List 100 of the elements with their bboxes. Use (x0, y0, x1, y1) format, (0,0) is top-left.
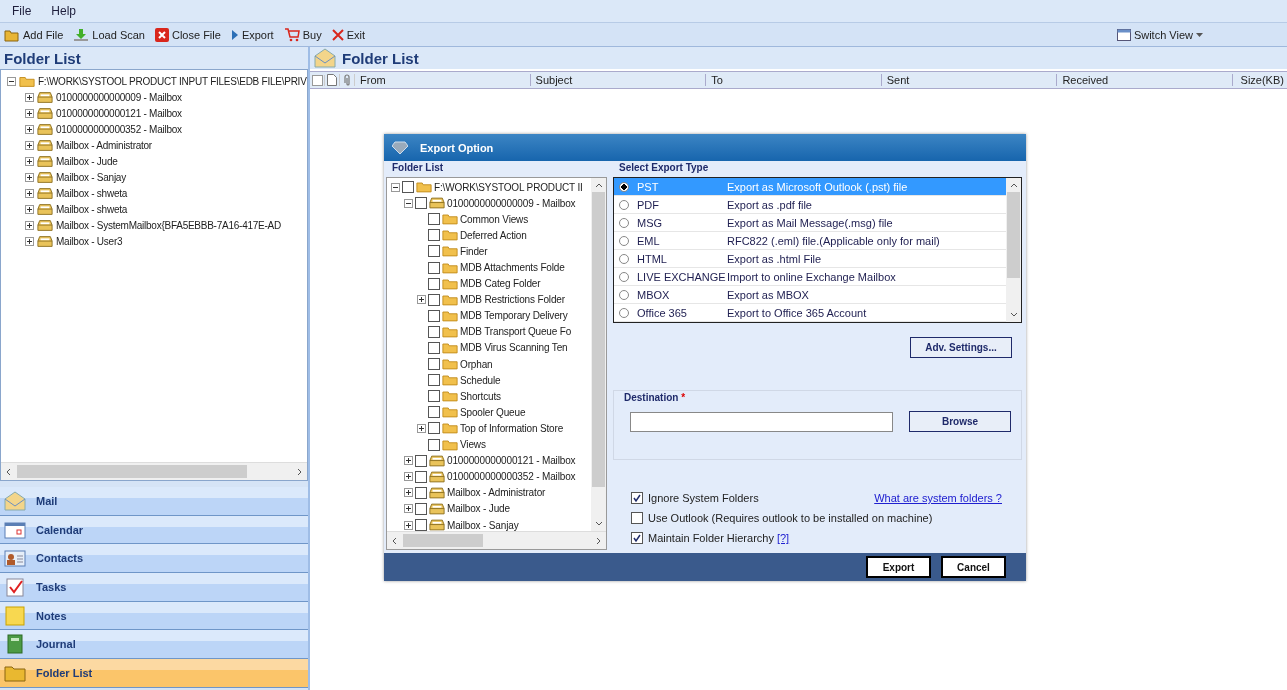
tree-item[interactable]: Mailbox - Jude (56, 155, 118, 167)
checkbox[interactable] (631, 512, 643, 524)
export-button[interactable]: Export (866, 556, 931, 578)
expand-toggle[interactable] (25, 220, 34, 230)
checkbox[interactable] (428, 406, 440, 419)
expand-toggle[interactable] (404, 472, 413, 482)
export-type-row[interactable]: MSG Export as Mail Message(.msg) file (614, 214, 1006, 232)
tree-item[interactable]: Schedule (460, 374, 501, 386)
export-type-row[interactable]: Office 365 Export to Office 365 Account (614, 304, 1006, 322)
system-folders-link[interactable]: What are system folders ? (874, 492, 1002, 504)
vertical-scrollbar[interactable] (591, 178, 606, 531)
checkbox[interactable] (415, 502, 427, 515)
tree-item[interactable]: Views (460, 439, 486, 451)
checkbox[interactable] (428, 309, 440, 322)
checkbox[interactable] (415, 197, 427, 210)
tree-item[interactable]: Deferred Action (460, 229, 527, 241)
menu-item[interactable]: File (12, 4, 32, 18)
tree-item[interactable]: F:\WORK\SYSTOOL PRODUCT II (434, 181, 583, 193)
tree-item[interactable]: Spooler Queue (460, 406, 526, 418)
tree-item[interactable]: MDB Virus Scanning Ten (460, 342, 568, 354)
checkbox[interactable] (428, 325, 440, 338)
nav-item[interactable]: Notes (0, 601, 308, 631)
export-type-row[interactable]: MBOX Export as MBOX (614, 286, 1006, 304)
horizontal-scrollbar[interactable] (387, 531, 606, 549)
checkbox[interactable] (428, 342, 440, 354)
nav-item[interactable]: Mail (0, 487, 308, 516)
column-header[interactable]: From (355, 74, 531, 86)
tree-item[interactable]: MDB Transport Queue Fo (460, 326, 572, 338)
expand-toggle[interactable] (417, 295, 426, 305)
tree-item[interactable]: MDB Categ Folder (460, 278, 541, 290)
tree-item[interactable]: 0100000000000121 - Mailbox (447, 455, 576, 467)
nav-item[interactable]: Tasks (0, 573, 308, 602)
export-type-row[interactable]: LIVE EXCHANGE Import to online Exchange Mailbox (614, 268, 1006, 286)
tree-item[interactable]: Mailbox - Sanjay (56, 171, 126, 183)
nav-item[interactable]: Contacts (0, 544, 308, 574)
column-header[interactable]: Size(KB) (1232, 74, 1287, 86)
tree-item[interactable]: MDB Attachments Folde (460, 262, 565, 273)
column-header[interactable]: To (706, 74, 882, 86)
tree-item[interactable]: Shortcuts (460, 390, 501, 402)
expand-toggle[interactable] (404, 456, 413, 466)
vertical-scrollbar[interactable] (1006, 178, 1021, 322)
expand-toggle[interactable] (404, 504, 413, 514)
column-header[interactable]: Subject (530, 74, 707, 86)
toolbar-button[interactable]: Export (228, 28, 276, 41)
tree-item[interactable]: Mailbox - SystemMailbox{BFA5EBBB-7A16-417E-AD (56, 219, 281, 231)
checkbox[interactable] (428, 229, 440, 242)
checkbox[interactable] (428, 390, 440, 403)
export-type-row[interactable]: PDF Export as .pdf file (614, 196, 1006, 214)
browse-button[interactable]: Browse (909, 411, 1011, 432)
tree-item[interactable]: Orphan (460, 358, 493, 370)
checkbox[interactable] (415, 486, 427, 499)
export-type-row[interactable]: HTML Export as .html File (614, 250, 1006, 268)
checkbox[interactable] (428, 422, 440, 435)
checkbox[interactable] (428, 438, 440, 451)
switch-view-button[interactable]: Switch View (1114, 28, 1205, 41)
tree-item[interactable]: Finder (460, 245, 488, 257)
tree-item[interactable]: Mailbox - Administrator (56, 139, 152, 151)
expand-toggle[interactable] (25, 124, 34, 134)
checkbox[interactable] (428, 293, 440, 306)
column-header[interactable]: Sent (881, 74, 1058, 86)
expand-toggle[interactable] (25, 172, 34, 182)
export-type-row[interactable]: EML RFC822 (.eml) file.(Applicable only for mail) (614, 232, 1006, 250)
expand-toggle[interactable] (25, 188, 34, 198)
tree-item[interactable]: MDB Temporary Delivery (460, 310, 568, 322)
expand-toggle[interactable] (25, 236, 34, 246)
checkbox[interactable] (415, 470, 427, 483)
expand-toggle[interactable] (25, 108, 34, 118)
expand-toggle[interactable] (25, 140, 34, 150)
tree-item[interactable]: 0100000000000352 - Mailbox (56, 123, 182, 135)
tree-item[interactable]: Common Views (460, 213, 529, 225)
tree-item[interactable]: F:\WORK\SYSTOOL PRODUCT INPUT FILES\EDB FILE\PRIV (38, 75, 307, 87)
cancel-button[interactable]: Cancel (941, 556, 1006, 578)
tree-item[interactable]: 0100000000000009 - Mailbox (447, 197, 576, 209)
expand-toggle[interactable] (25, 204, 34, 214)
toolbar-button[interactable]: Load Scan (71, 27, 147, 42)
expand-toggle[interactable] (404, 520, 413, 530)
tree-item[interactable]: Mailbox - shweta (56, 187, 128, 199)
nav-item[interactable]: Journal (0, 630, 308, 660)
tree-item[interactable]: Mailbox - Sanjay (447, 519, 519, 531)
tree-item[interactable]: Mailbox - Jude (447, 503, 510, 515)
destination-field[interactable] (630, 411, 893, 432)
column-header[interactable]: Received (1057, 74, 1233, 86)
checkbox[interactable] (428, 261, 440, 274)
expand-toggle[interactable] (417, 423, 426, 433)
expand-toggle[interactable] (391, 182, 400, 192)
help-link[interactable]: [?] (776, 532, 790, 544)
tree-item[interactable]: 0100000000000009 - Mailbox (56, 91, 182, 103)
checkbox[interactable] (428, 245, 440, 258)
expand-toggle[interactable] (25, 156, 34, 166)
horizontal-scrollbar[interactable] (1, 462, 307, 480)
checkbox[interactable] (402, 181, 414, 194)
nav-item[interactable]: Folder List (0, 659, 308, 688)
checkbox[interactable] (428, 277, 440, 290)
checkbox[interactable] (428, 374, 440, 387)
tree-item[interactable]: 0100000000000352 - Mailbox (447, 471, 576, 483)
checkbox[interactable] (631, 532, 643, 544)
tree-item[interactable]: Mailbox - Administrator (447, 487, 546, 499)
adv-settings-button[interactable]: Adv. Settings... (910, 337, 1012, 358)
expand-toggle[interactable] (404, 198, 413, 208)
nav-item[interactable]: Calendar (0, 515, 308, 545)
